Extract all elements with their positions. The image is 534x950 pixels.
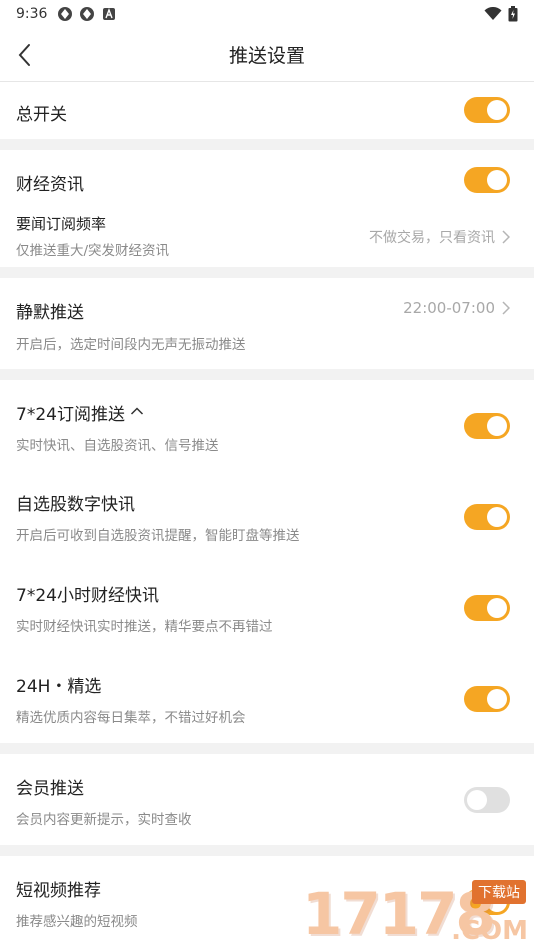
subscription-push-section: 7*24订阅推送 实时快讯、自选股资讯、信号推送 自选股数字快讯 开启后可收到自… xyxy=(0,380,534,743)
flash-724-row: 7*24小时财经快讯 实时财经快讯实时推送，精华要点不再错过 xyxy=(0,562,534,653)
flash-724-desc: 实时财经快讯实时推送，精华要点不再错过 xyxy=(16,619,273,635)
stock-flash-desc: 开启后可收到自选股资讯提醒，智能盯盘等推送 xyxy=(16,528,300,544)
member-push-desc: 会员内容更新提示，实时查收 xyxy=(16,812,192,828)
silent-push-time-text: 22:00-07:00 xyxy=(403,299,495,317)
a-notification-icon xyxy=(103,8,116,20)
status-bar: 9:36 xyxy=(0,0,534,28)
silent-push-time-range[interactable]: 22:00-07:00 xyxy=(403,299,510,317)
silent-push-label: 静默推送 xyxy=(16,303,84,323)
subscribe-724-desc: 实时快讯、自选股资讯、信号推送 xyxy=(16,438,219,454)
member-push-section: 会员推送 会员内容更新提示，实时查收 xyxy=(0,754,534,845)
silent-push-desc: 开启后，选定时间段内无声无振动推送 xyxy=(16,337,246,353)
selected-24h-toggle[interactable] xyxy=(464,686,510,712)
section-divider xyxy=(0,743,534,754)
master-section: 总开关 xyxy=(0,82,534,139)
back-arrow-icon[interactable] xyxy=(12,40,40,70)
finance-news-toggle[interactable] xyxy=(464,167,510,193)
stock-flash-label: 自选股数字快讯 xyxy=(16,495,135,515)
subscribe-724-label: 7*24订阅推送 xyxy=(16,405,125,425)
selected-24h-desc: 精选优质内容每日集萃，不错过好机会 xyxy=(16,710,246,726)
section-divider xyxy=(0,369,534,380)
subscribe-724-toggle[interactable] xyxy=(464,413,510,439)
finance-section: 财经资讯 要闻订阅频率 仅推送重大/突发财经资讯 不做交易，只看资讯 xyxy=(0,150,534,267)
subscription-frequency-row[interactable]: 要闻订阅频率 仅推送重大/突发财经资讯 不做交易，只看资讯 xyxy=(0,210,534,267)
app-notification-icon xyxy=(58,7,73,21)
member-push-label: 会员推送 xyxy=(16,779,84,799)
nav-bar: 推送设置 xyxy=(0,28,534,82)
app-notification-icon xyxy=(80,7,95,21)
flash-724-toggle[interactable] xyxy=(464,595,510,621)
status-time: 9:36 xyxy=(16,6,48,22)
short-video-section: 短视频推荐 推荐感兴趣的短视频 xyxy=(0,856,534,950)
section-divider xyxy=(0,845,534,856)
subscription-frequency-desc: 仅推送重大/突发财经资讯 xyxy=(16,243,170,259)
section-divider xyxy=(0,139,534,150)
section-divider xyxy=(0,267,534,278)
subscription-frequency-label: 要闻订阅频率 xyxy=(16,215,107,233)
stock-flash-row: 自选股数字快讯 开启后可收到自选股资讯提醒，智能盯盘等推送 xyxy=(0,471,534,562)
member-push-row: 会员推送 会员内容更新提示，实时查收 xyxy=(0,754,534,845)
stock-flash-toggle[interactable] xyxy=(464,504,510,530)
master-switch-toggle[interactable] xyxy=(464,97,510,123)
selected-24h-label: 24H・精选 xyxy=(16,677,102,697)
subscribe-724-row: 7*24订阅推送 实时快讯、自选股资讯、信号推送 xyxy=(0,380,534,471)
chevron-up-icon[interactable] xyxy=(130,406,144,416)
silent-push-section[interactable]: 静默推送 22:00-07:00 开启后，选定时间段内无声无振动推送 xyxy=(0,278,534,369)
subscription-frequency-value[interactable]: 不做交易，只看资讯 xyxy=(369,227,510,247)
member-push-toggle[interactable] xyxy=(464,787,510,813)
short-video-toggle[interactable] xyxy=(464,889,510,915)
finance-news-row: 财经资讯 xyxy=(0,150,534,210)
wifi-icon xyxy=(484,7,502,20)
selected-24h-row: 24H・精选 精选优质内容每日集萃，不错过好机会 xyxy=(0,653,534,743)
finance-news-label: 财经资讯 xyxy=(16,175,84,195)
subscription-frequency-value-text: 不做交易，只看资讯 xyxy=(369,230,495,246)
chevron-right-icon xyxy=(502,230,510,244)
battery-icon xyxy=(508,6,518,22)
short-video-desc: 推荐感兴趣的短视频 xyxy=(16,914,138,930)
short-video-row: 短视频推荐 推荐感兴趣的短视频 xyxy=(0,856,534,950)
short-video-label: 短视频推荐 xyxy=(16,881,101,901)
flash-724-label: 7*24小时财经快讯 xyxy=(16,586,159,606)
master-switch-row: 总开关 xyxy=(0,82,534,139)
page-title: 推送设置 xyxy=(228,45,305,67)
chevron-right-icon xyxy=(502,301,510,315)
master-switch-label: 总开关 xyxy=(16,105,67,125)
